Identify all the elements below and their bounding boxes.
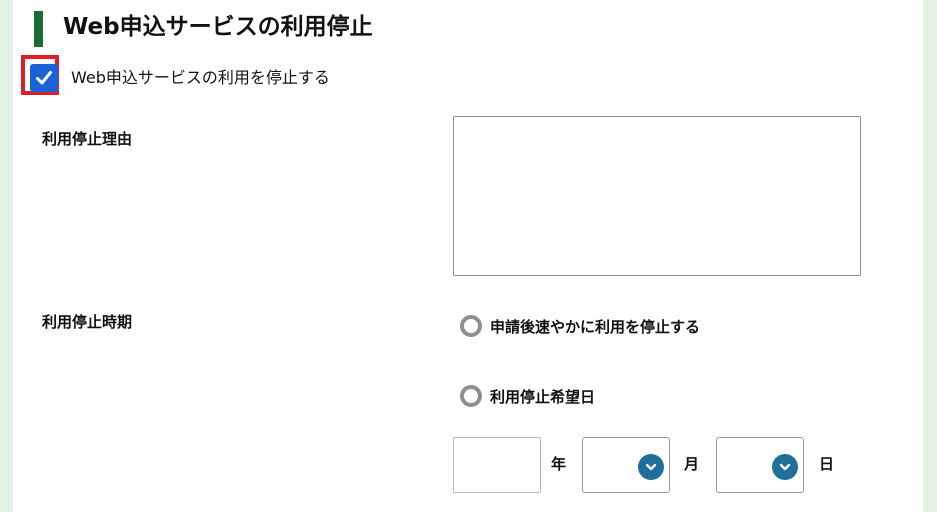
stop-service-checkbox-label[interactable]: Web申込サービスの利用を停止する [71,67,330,89]
form-panel: Web申込サービスの利用停止 Web申込サービスの利用を停止する 利用停止理由 … [13,0,923,512]
radio-circle-icon[interactable] [460,315,482,337]
chevron-down-icon[interactable] [772,454,798,480]
day-select[interactable] [716,437,804,493]
reason-textarea[interactable] [453,116,861,276]
month-unit-label: 月 [684,455,700,473]
day-unit-label: 日 [819,455,835,473]
chevron-down-icon[interactable] [638,454,664,480]
radio-immediate-stop-label[interactable]: 申請後速やかに利用を停止する [490,316,700,337]
timing-label: 利用停止時期 [42,313,133,331]
reason-label: 利用停止理由 [42,130,133,148]
year-input[interactable] [453,437,541,493]
year-unit-label: 年 [551,455,567,473]
radio-circle-icon[interactable] [460,385,482,407]
section-accent-bar [34,11,43,47]
radio-desired-date[interactable]: 利用停止希望日 [460,382,595,410]
radio-desired-date-label[interactable]: 利用停止希望日 [490,386,595,407]
section-title: Web申込サービスの利用停止 [63,14,373,40]
radio-immediate-stop[interactable]: 申請後速やかに利用を停止する [460,312,700,340]
check-icon [36,71,52,85]
month-select[interactable] [582,437,670,493]
stop-service-checkbox[interactable] [30,64,58,92]
